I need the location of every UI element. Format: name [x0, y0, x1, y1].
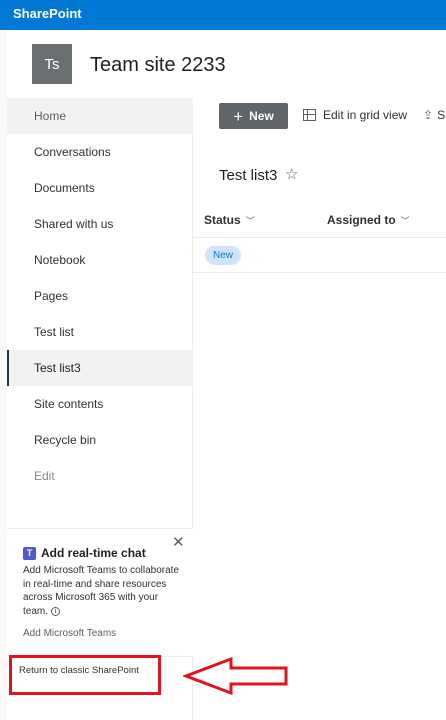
share-label: S: [437, 108, 446, 122]
chevron-down-icon: ﹀: [245, 215, 255, 226]
new-button-label: New: [249, 109, 274, 123]
column-header-assigned-to[interactable]: Assigned to ﹀: [327, 213, 410, 227]
nav-item-shared-with-us[interactable]: Shared with us: [7, 206, 193, 242]
list-title: Test list3: [219, 167, 278, 184]
share-button[interactable]: ⇪ S: [423, 108, 445, 122]
star-icon[interactable]: ☆: [285, 165, 298, 183]
nav-item-home[interactable]: Home: [7, 98, 193, 134]
chat-card-title: Add real-time chat: [41, 546, 146, 560]
site-header: Ts Team site 2233: [0, 30, 446, 98]
plus-icon: +: [233, 106, 244, 126]
add-microsoft-teams-link[interactable]: Add Microsoft Teams: [23, 628, 116, 639]
nav-item-test-list3[interactable]: Test list3: [7, 350, 193, 386]
sharepoint-brand-link[interactable]: SharePoint: [13, 6, 82, 21]
row-divider: [193, 272, 446, 273]
grid-view-icon: [303, 109, 316, 121]
nav-item-recycle-bin[interactable]: Recycle bin: [7, 422, 193, 458]
column-header-label: Assigned to: [327, 213, 396, 227]
nav-edit-link[interactable]: Edit: [7, 458, 193, 494]
chat-card-header: T Add real-time chat: [23, 546, 146, 560]
column-header-status[interactable]: Status ﹀: [204, 213, 255, 227]
new-button[interactable]: + New: [219, 103, 288, 129]
left-edge: [0, 30, 7, 720]
chat-card-body-text: Add Microsoft Teams to collaborate in re…: [23, 565, 180, 617]
annotation-arrow-icon: [183, 656, 288, 696]
teams-chat-card: ✕ T Add real-time chat Add Microsoft Tea…: [7, 528, 193, 656]
command-bar: + New Edit in grid view ⇪ S: [193, 98, 446, 134]
nav-item-pages[interactable]: Pages: [7, 278, 193, 314]
close-icon[interactable]: ✕: [172, 533, 185, 551]
suite-bar: SharePoint: [0, 0, 446, 30]
nav-item-test-list[interactable]: Test list: [7, 314, 193, 350]
chevron-down-icon: ﹀: [400, 215, 410, 226]
column-header-label: Status: [204, 213, 241, 227]
nav-item-notebook[interactable]: Notebook: [7, 242, 193, 278]
teams-icon: T: [23, 546, 36, 560]
share-icon: ⇪: [423, 108, 434, 122]
status-badge[interactable]: New: [205, 246, 241, 265]
grid-view-label: Edit in grid view: [323, 108, 408, 122]
nav-item-documents[interactable]: Documents: [7, 170, 193, 206]
nav-item-site-contents[interactable]: Site contents: [7, 386, 193, 422]
nav-item-conversations[interactable]: Conversations: [7, 134, 193, 170]
site-title[interactable]: Team site 2233: [90, 54, 226, 77]
annotation-highlight-box: [9, 655, 161, 695]
edit-in-grid-view-button[interactable]: Edit in grid view: [303, 108, 407, 122]
site-logo[interactable]: Ts: [32, 44, 72, 84]
info-icon[interactable]: i: [51, 606, 61, 616]
chat-card-description: Add Microsoft Teams to collaborate in re…: [23, 564, 183, 618]
header-divider: [193, 237, 446, 238]
